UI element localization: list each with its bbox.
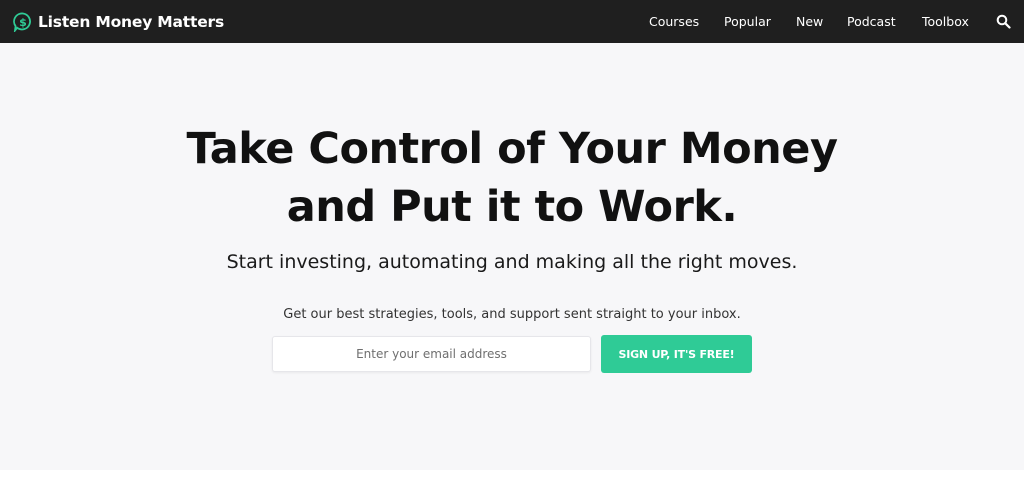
hero-subheadline: Start investing, automating and making a… [226,251,798,273]
hero-headline-line1: Take Control of Your Money [186,124,838,174]
email-input[interactable] [272,336,591,372]
hero-section: Take Control of Your Money and Put it to… [0,43,1024,470]
main-nav: Courses Popular New Podcast Toolbox [0,0,1024,43]
top-navbar: $ Listen Money Matters Courses Popular N… [0,0,1024,43]
signup-button[interactable]: SIGN UP, IT'S FREE! [601,335,752,373]
hero-headline-line2: and Put it to Work. [286,182,738,232]
nav-item-courses[interactable]: Courses [649,0,699,43]
nav-item-popular[interactable]: Popular [724,0,771,43]
nav-item-toolbox[interactable]: Toolbox [922,0,969,43]
search-icon[interactable] [996,14,1011,29]
newsletter-promo-text: Get our best strategies, tools, and supp… [283,307,741,322]
nav-item-new[interactable]: New [796,0,823,43]
nav-item-podcast[interactable]: Podcast [847,0,896,43]
